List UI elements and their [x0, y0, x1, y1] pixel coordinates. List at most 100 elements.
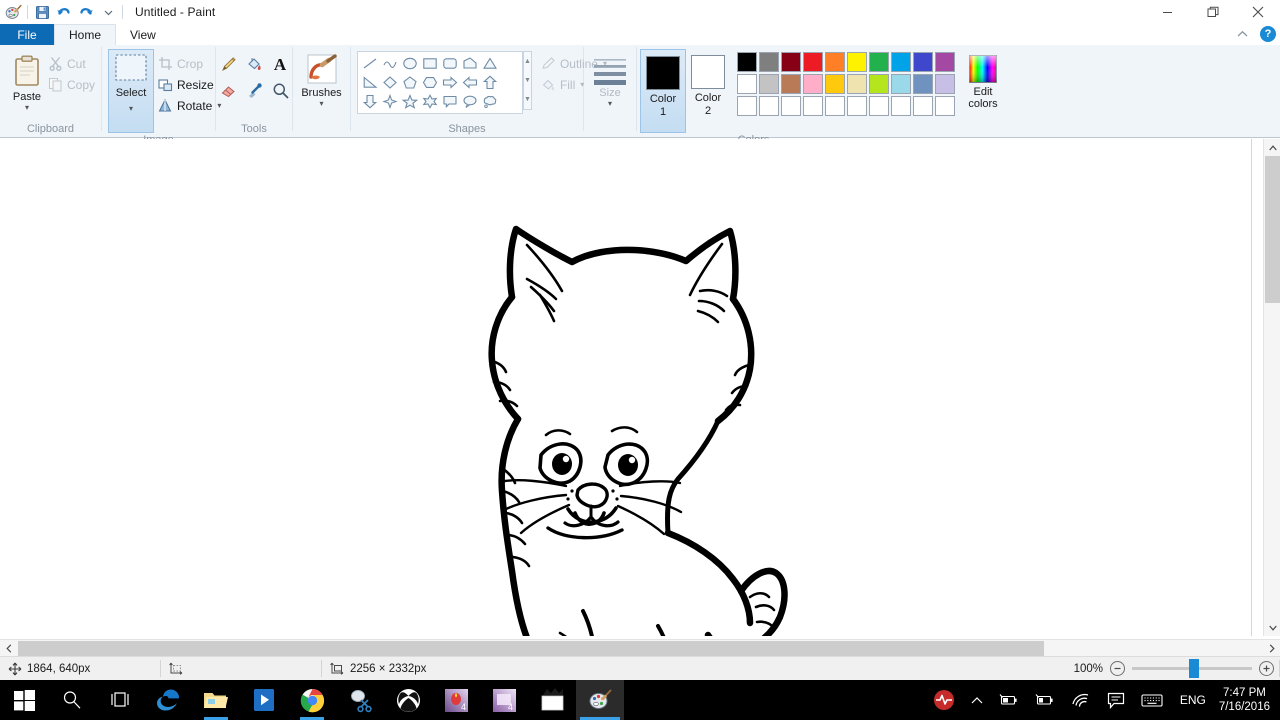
scroll-down-button[interactable] — [1264, 619, 1280, 636]
customize-qat-caret-icon[interactable] — [97, 1, 119, 23]
shape-triangle[interactable] — [480, 54, 500, 73]
paint-logo-icon[interactable] — [2, 1, 24, 23]
health-monitor-icon[interactable] — [925, 680, 963, 720]
brushes-caret-icon[interactable]: ▾ — [319, 100, 323, 107]
magnifier-tool[interactable] — [268, 78, 292, 102]
pencil-tool[interactable] — [216, 52, 240, 76]
shape-right-triangle[interactable] — [360, 73, 380, 92]
palette-swatch[interactable] — [935, 74, 955, 94]
file-explorer-taskbar-icon[interactable] — [192, 680, 240, 720]
zoom-slider-knob[interactable] — [1189, 659, 1199, 678]
shape-rectangle[interactable] — [420, 54, 440, 73]
wifi-icon[interactable] — [1063, 680, 1099, 720]
zoom-out-button[interactable] — [1110, 661, 1125, 676]
copy-button[interactable]: Copy — [48, 74, 95, 95]
palette-swatch[interactable] — [825, 52, 845, 72]
zoom-slider[interactable] — [1132, 667, 1252, 670]
shape-rounded-rectangular-callout[interactable] — [440, 92, 460, 111]
color-2-button[interactable]: Color 2 — [686, 49, 730, 133]
palette-swatch[interactable] — [869, 74, 889, 94]
vertical-scroll-thumb[interactable] — [1265, 156, 1280, 303]
chevron-up-icon[interactable] — [1233, 30, 1252, 38]
shapes-scroll-down-icon[interactable]: ▼ — [524, 71, 531, 90]
custom-swatch[interactable] — [803, 96, 823, 116]
custom-swatch[interactable] — [825, 96, 845, 116]
paste-button[interactable]: Paste ▾ — [6, 49, 48, 111]
shape-polygon[interactable] — [460, 54, 480, 73]
palette-swatch[interactable] — [869, 52, 889, 72]
photo-app-taskbar-icon[interactable]: 4 — [432, 680, 480, 720]
video-app-taskbar-icon[interactable]: 4 — [480, 680, 528, 720]
shape-oval-callout[interactable] — [460, 92, 480, 111]
store-taskbar-icon[interactable] — [240, 680, 288, 720]
eraser-tool[interactable] — [216, 78, 240, 102]
save-icon[interactable] — [31, 1, 53, 23]
redo-icon[interactable] — [75, 1, 97, 23]
paint-taskbar-icon[interactable] — [576, 680, 624, 720]
shape-curve[interactable] — [380, 54, 400, 73]
select-button[interactable]: Select ▾ — [108, 49, 154, 133]
palette-swatch[interactable] — [803, 52, 823, 72]
palette-swatch[interactable] — [781, 52, 801, 72]
battery-icon-1[interactable] — [991, 680, 1027, 720]
task-view-button[interactable] — [96, 680, 144, 720]
zoom-in-button[interactable] — [1259, 661, 1274, 676]
clock[interactable]: 7:47 PM 7/16/2016 — [1215, 686, 1280, 714]
select-caret-icon[interactable]: ▾ — [129, 105, 133, 112]
shape-down-arrow[interactable] — [360, 92, 380, 111]
palette-swatch[interactable] — [935, 52, 955, 72]
shapes-expand-icon[interactable]: ▼ — [524, 90, 531, 109]
custom-swatch[interactable] — [737, 96, 757, 116]
shape-left-arrow[interactable] — [460, 73, 480, 92]
shape-hexagon[interactable] — [420, 73, 440, 92]
canvas-sheet[interactable] — [0, 139, 1252, 636]
edge-taskbar-icon[interactable] — [144, 680, 192, 720]
custom-swatch[interactable] — [913, 96, 933, 116]
palette-swatch[interactable] — [891, 74, 911, 94]
text-tool[interactable]: A — [268, 52, 292, 76]
resize-button[interactable]: Resize — [158, 74, 221, 95]
close-button[interactable] — [1235, 0, 1280, 24]
rotate-button[interactable]: Rotate ▾ — [158, 95, 221, 116]
cut-button[interactable]: Cut — [48, 53, 95, 74]
search-button[interactable] — [48, 680, 96, 720]
palette-swatch[interactable] — [759, 52, 779, 72]
color-1-button[interactable]: Color 1 — [640, 49, 686, 133]
size-caret-icon[interactable]: ▾ — [608, 100, 612, 107]
language-indicator[interactable]: ENG — [1171, 693, 1215, 707]
palette-swatch[interactable] — [847, 52, 867, 72]
palette-swatch[interactable] — [913, 74, 933, 94]
palette-swatch[interactable] — [803, 74, 823, 94]
color-1-swatch[interactable] — [646, 56, 680, 90]
horizontal-scroll-thumb[interactable] — [18, 641, 1044, 656]
color-picker-tool[interactable] — [242, 78, 266, 102]
shape-six-point-star[interactable] — [420, 92, 440, 111]
shape-rounded-rectangle[interactable] — [440, 54, 460, 73]
palette-swatch[interactable] — [913, 52, 933, 72]
shapes-scroll-up-icon[interactable]: ▲ — [524, 52, 531, 71]
brushes-button[interactable]: Brushes ▾ — [299, 49, 344, 107]
palette-swatch[interactable] — [781, 74, 801, 94]
shape-up-arrow[interactable] — [480, 73, 500, 92]
scroll-right-button[interactable] — [1263, 640, 1280, 657]
touch-keyboard-icon[interactable] — [1133, 680, 1171, 720]
movie-maker-taskbar-icon[interactable] — [528, 680, 576, 720]
horizontal-scrollbar[interactable] — [0, 639, 1280, 656]
size-button[interactable]: Size ▾ — [590, 49, 630, 107]
crop-button[interactable]: Crop — [158, 53, 221, 74]
action-center-icon[interactable] — [1099, 680, 1133, 720]
shape-diamond[interactable] — [380, 73, 400, 92]
shape-cloud-callout[interactable] — [480, 92, 500, 111]
palette-swatch[interactable] — [891, 52, 911, 72]
scroll-left-button[interactable] — [0, 640, 17, 657]
battery-icon-2[interactable] — [1027, 680, 1063, 720]
shape-line[interactable] — [360, 54, 380, 73]
palette-swatch[interactable] — [759, 74, 779, 94]
palette-swatch[interactable] — [737, 74, 757, 94]
shape-five-point-star[interactable] — [400, 92, 420, 111]
show-hidden-icons-button[interactable] — [963, 680, 991, 720]
color-2-swatch[interactable] — [691, 55, 725, 89]
tab-home[interactable]: Home — [54, 24, 116, 45]
fill-with-color-tool[interactable] — [242, 52, 266, 76]
shape-four-point-star[interactable] — [380, 92, 400, 111]
